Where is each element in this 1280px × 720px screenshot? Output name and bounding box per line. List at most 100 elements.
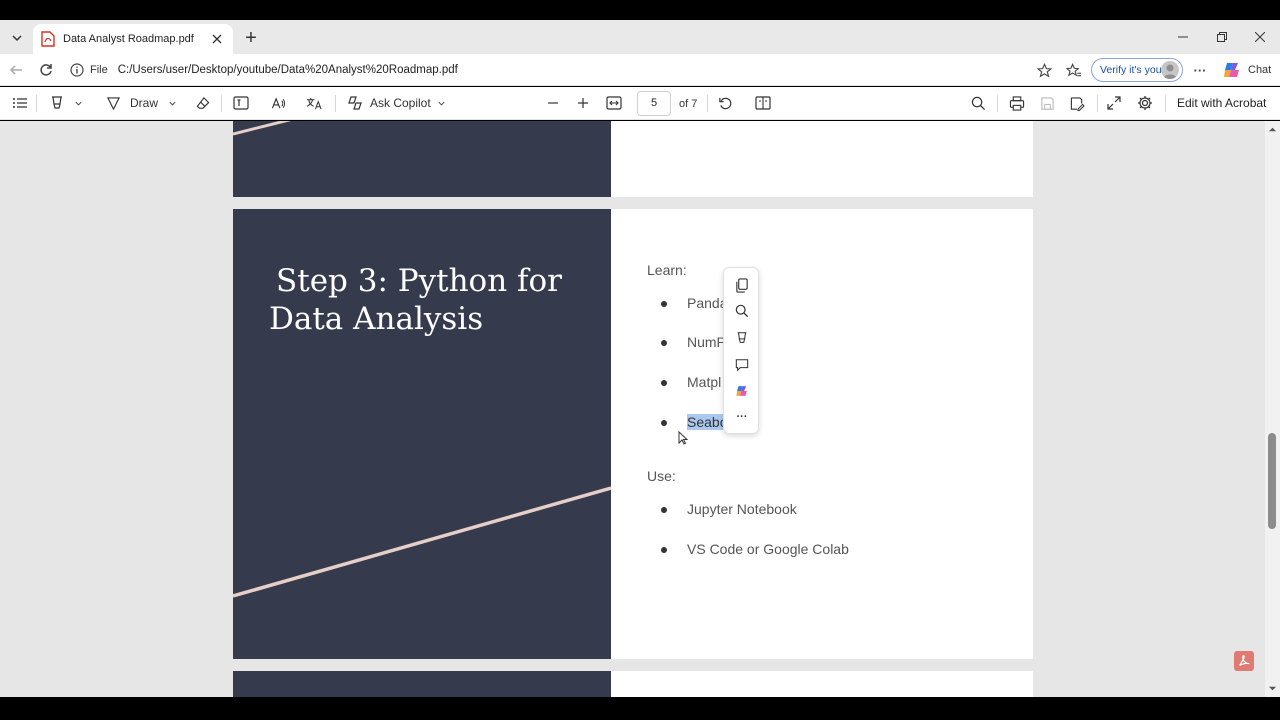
- chevron-down-icon: [75, 101, 82, 106]
- highlighter-icon: [737, 332, 747, 343]
- refresh-button[interactable]: [35, 59, 57, 81]
- chevron-down-icon: [438, 101, 445, 106]
- more-options-button[interactable]: ···: [733, 408, 751, 426]
- slide-dark-panel: [233, 671, 611, 697]
- plus-icon: +: [245, 26, 257, 49]
- search-selection-button[interactable]: [733, 302, 751, 320]
- copilot-chat-button[interactable]: Chat: [1222, 59, 1271, 81]
- favorite-star-button[interactable]: [1033, 59, 1055, 81]
- settings-more-button[interactable]: ···: [1189, 59, 1211, 81]
- page-view-icon: [755, 96, 771, 110]
- learn-item-selected: Seabo: [687, 414, 728, 430]
- heading-line-1: Step 3: Python for: [276, 263, 562, 299]
- fit-width-button[interactable]: [606, 92, 622, 114]
- rotate-button[interactable]: [718, 92, 733, 114]
- new-tab-button[interactable]: +: [240, 27, 262, 49]
- tab-close-button[interactable]: [209, 31, 225, 47]
- save-button[interactable]: [1040, 92, 1055, 114]
- minimize-button[interactable]: [1164, 24, 1202, 50]
- tab-list-button[interactable]: [6, 27, 28, 49]
- copilot-selection-button[interactable]: [733, 382, 751, 400]
- copilot-icon: [736, 386, 747, 396]
- highlight-options-dropdown[interactable]: [74, 92, 83, 114]
- refresh-icon: [40, 64, 52, 76]
- bullet-dot: [661, 380, 667, 386]
- scroll-down-arrow-icon[interactable]: [1268, 684, 1277, 693]
- highlight-selection-button[interactable]: [733, 329, 751, 347]
- rotate-icon: [719, 97, 732, 109]
- draw-button[interactable]: Draw: [106, 92, 158, 114]
- full-screen-button[interactable]: [1107, 92, 1121, 114]
- copilot-outline-icon: [348, 96, 362, 110]
- slide-dark-panel: [233, 121, 611, 197]
- contents-button[interactable]: [12, 92, 28, 114]
- address-bar-row: File C:/Users/user/Desktop/youtube/Data%…: [0, 54, 1280, 86]
- page-total: of 7: [679, 98, 698, 110]
- scroll-up-arrow-icon[interactable]: [1268, 125, 1277, 134]
- save-as-button[interactable]: [1069, 92, 1085, 114]
- pen-icon: [106, 96, 121, 110]
- favorites-icon: [1066, 62, 1082, 76]
- use-label: Use:: [647, 468, 676, 484]
- find-button[interactable]: [971, 92, 986, 114]
- copy-button[interactable]: [733, 276, 751, 294]
- search-icon: [971, 96, 986, 110]
- url-text[interactable]: C:/Users/user/Desktop/youtube/Data%20Ana…: [118, 64, 458, 76]
- vertical-scrollbar[interactable]: [1265, 121, 1280, 697]
- edit-with-acrobat-button[interactable]: Edit with Acrobat: [1177, 96, 1266, 110]
- bullet-dot: [661, 420, 667, 426]
- highlighter-icon: [52, 96, 62, 109]
- pdf-viewer[interactable]: Step 3: Python for Data Analysis Learn: …: [0, 121, 1280, 697]
- favorites-button[interactable]: [1063, 59, 1085, 81]
- page-number-input[interactable]: 5: [637, 91, 671, 116]
- screen-top-border: [0, 0, 1280, 20]
- text-box-icon: [233, 96, 249, 110]
- add-comment-button[interactable]: [733, 356, 751, 374]
- highlight-button[interactable]: [49, 92, 65, 114]
- eraser-icon: [196, 96, 210, 109]
- zoom-out-button[interactable]: [547, 92, 559, 114]
- minimize-icon: [1178, 36, 1188, 38]
- acrobat-icon: [1239, 654, 1250, 666]
- verify-profile-button[interactable]: Verify it's you: [1091, 58, 1183, 82]
- chat-label: Chat: [1248, 64, 1272, 76]
- draw-options-dropdown[interactable]: [168, 92, 177, 114]
- omnibox[interactable]: File C:/Users/user/Desktop/youtube/Data%…: [64, 58, 1064, 82]
- acrobat-extension-badge[interactable]: [1234, 651, 1254, 671]
- window-close-button[interactable]: [1241, 24, 1279, 50]
- plus-icon: [578, 98, 588, 108]
- chevron-down-icon: [12, 35, 22, 42]
- toolbar-divider: [997, 95, 998, 112]
- bullet-dot: [661, 340, 667, 346]
- arrow-left-icon: [9, 65, 22, 75]
- back-button[interactable]: [5, 59, 27, 81]
- bullet-dot: [661, 547, 667, 553]
- translate-button[interactable]: [306, 92, 323, 114]
- scrollbar-thumb[interactable]: [1268, 433, 1276, 529]
- avatar: [1161, 61, 1179, 79]
- pdf-file-icon: [41, 31, 55, 47]
- restore-button[interactable]: [1203, 24, 1241, 50]
- selection-context-menu: ···: [723, 267, 759, 434]
- fit-width-icon: [606, 96, 622, 110]
- person-icon: [1163, 64, 1177, 79]
- pdf-toolbar: Draw Ask Copilot 5 of 7 Edit with Acroba…: [0, 87, 1280, 120]
- zoom-in-button[interactable]: [577, 92, 589, 114]
- close-icon: [1255, 32, 1265, 42]
- translate-icon: [306, 97, 322, 109]
- page-view-button[interactable]: [755, 92, 771, 114]
- toolbar-divider: [707, 95, 708, 112]
- print-button[interactable]: [1009, 92, 1025, 114]
- printer-icon: [1009, 95, 1025, 111]
- read-aloud-button[interactable]: [270, 92, 286, 114]
- learn-item: NumP: [687, 334, 726, 350]
- toolbar-divider: [221, 95, 222, 112]
- toolbar-divider: [1165, 95, 1166, 112]
- ask-copilot-button[interactable]: Ask Copilot: [347, 92, 446, 114]
- erase-button[interactable]: [195, 92, 211, 114]
- pdf-page-4: [233, 121, 1033, 197]
- tab-pdf[interactable]: Data Analyst Roadmap.pdf: [33, 24, 233, 54]
- info-icon: [70, 63, 84, 77]
- text-box-button[interactable]: [233, 92, 249, 114]
- pdf-settings-button[interactable]: [1137, 92, 1153, 114]
